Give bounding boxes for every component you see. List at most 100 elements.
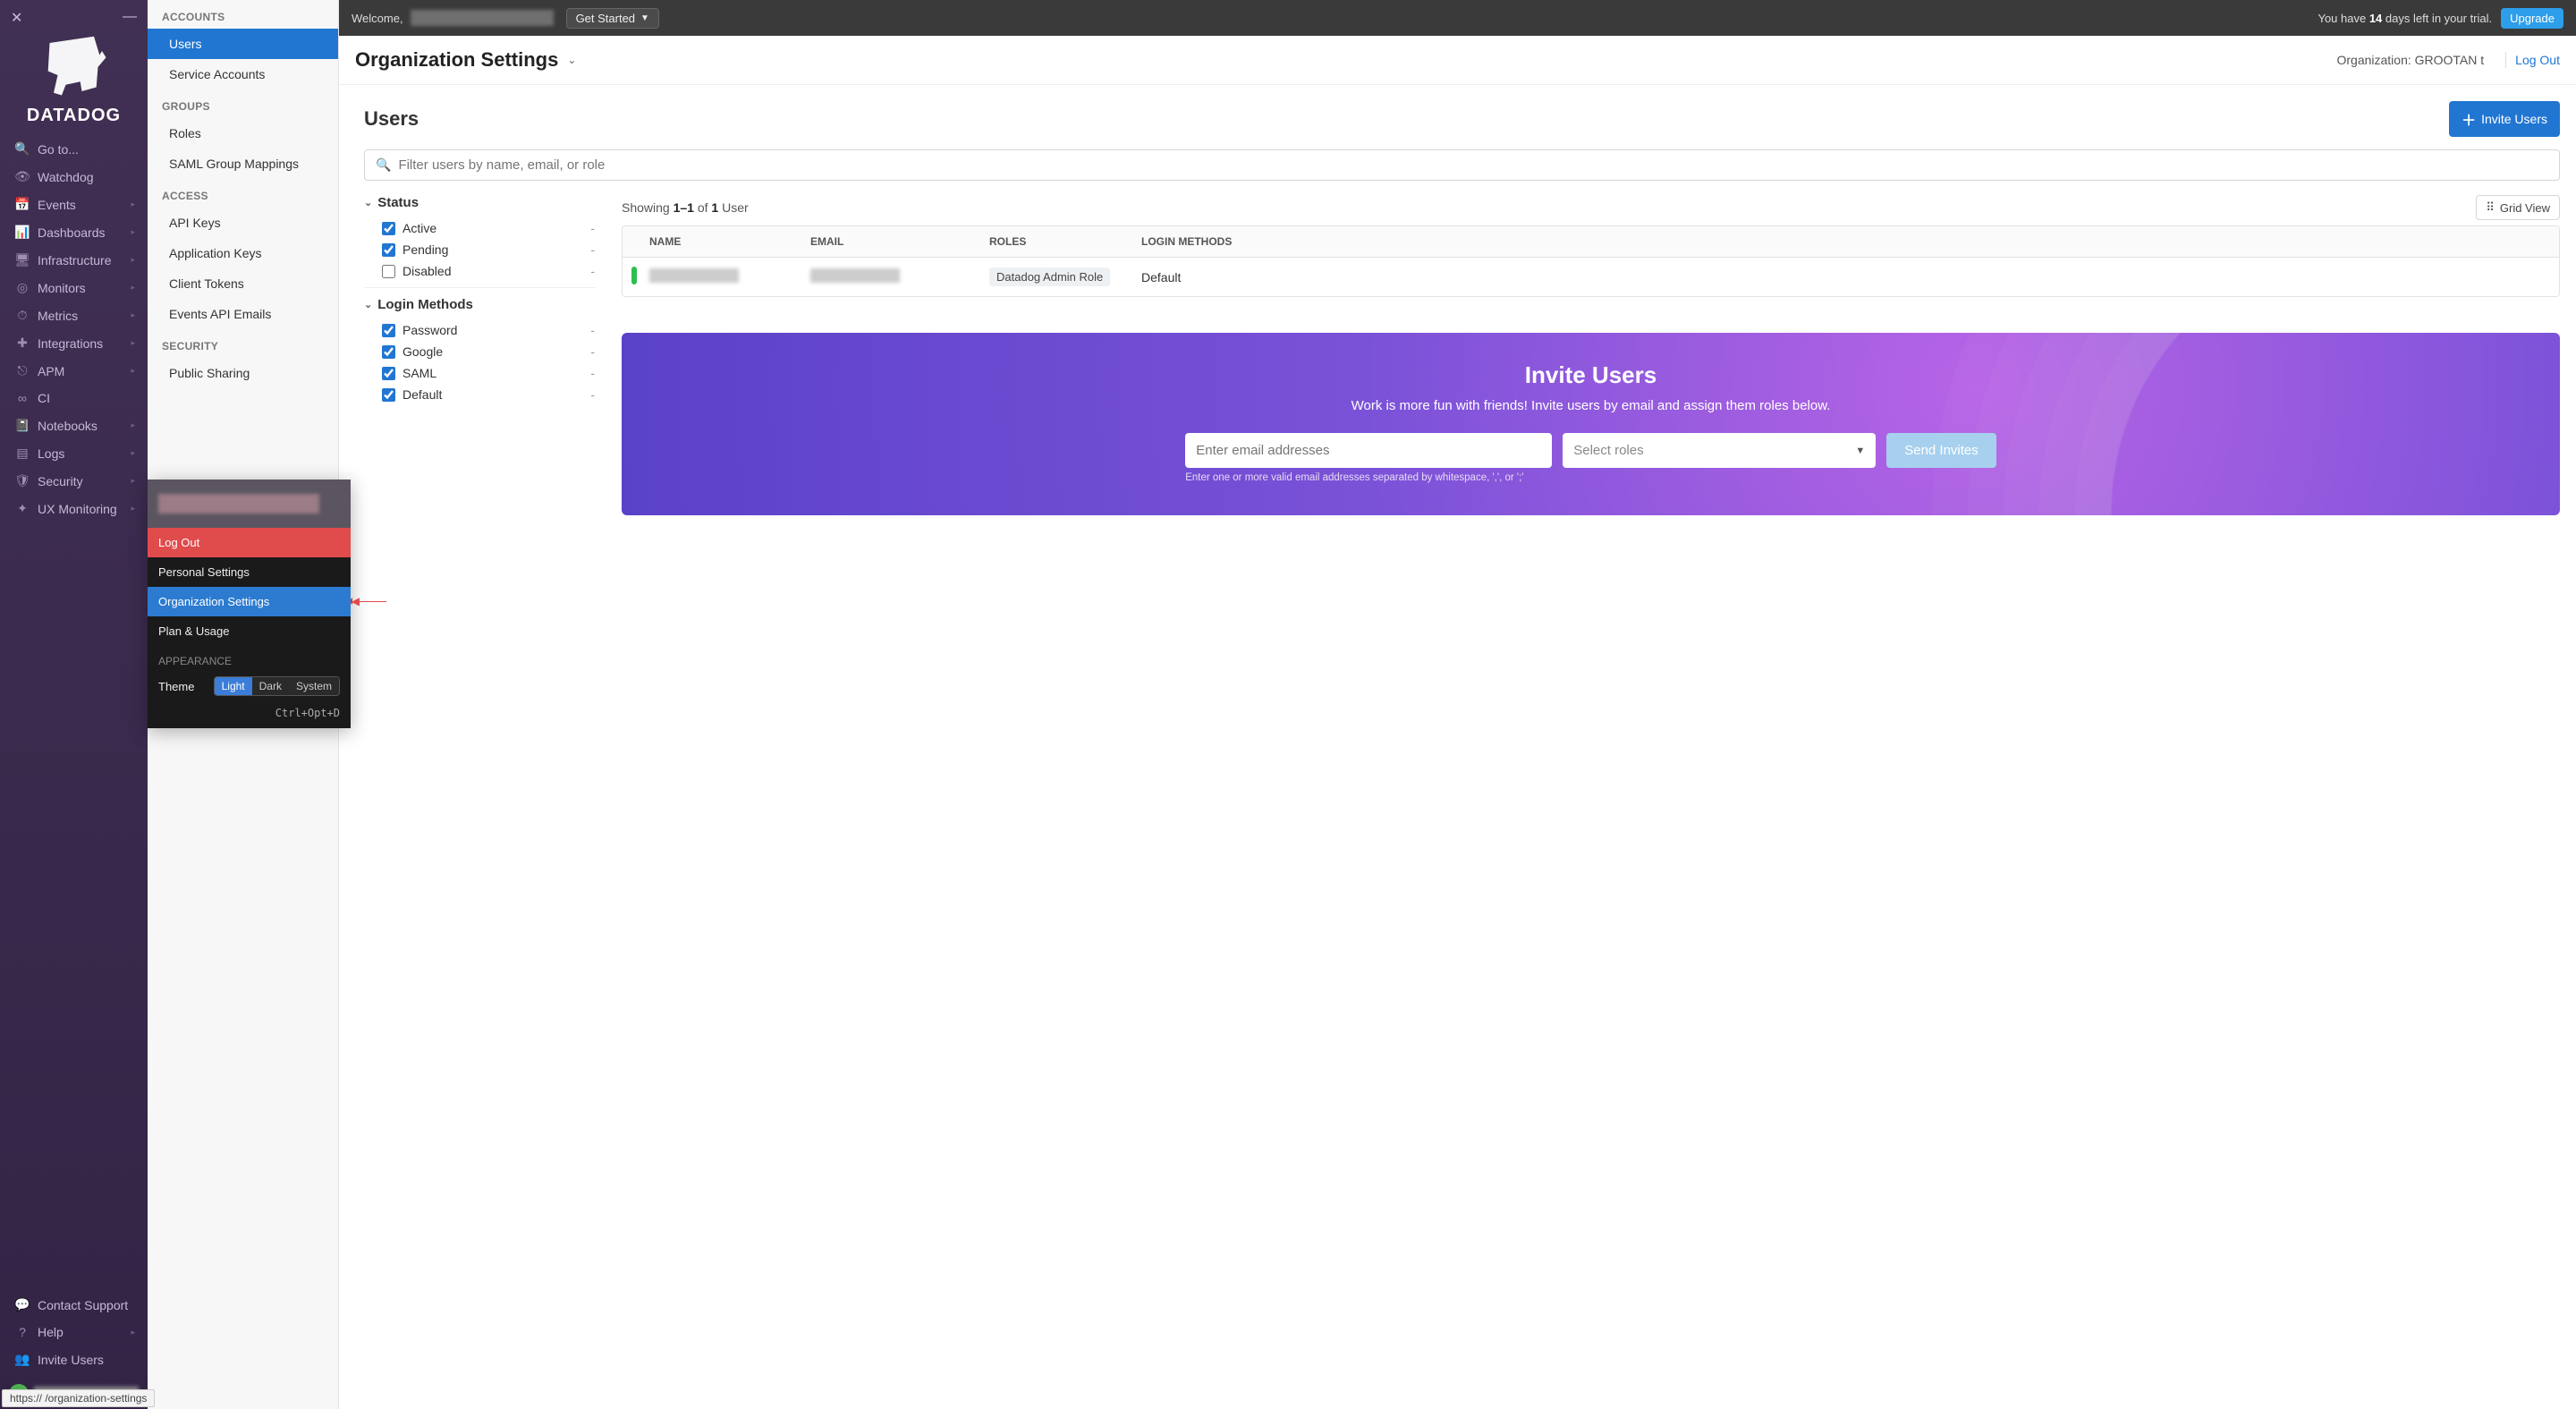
filter-login-google[interactable]: Google- — [364, 341, 595, 362]
sub-item-saml-group-mappings[interactable]: SAML Group Mappings — [148, 149, 338, 179]
filter-count: - — [590, 366, 595, 380]
theme-dark[interactable]: Dark — [252, 677, 289, 695]
caret-right-icon: ▸ — [131, 255, 135, 265]
sub-item-roles[interactable]: Roles — [148, 118, 338, 149]
filter-status-toggle[interactable]: ⌄ Status — [364, 195, 595, 210]
nav-label: Notebooks — [38, 419, 131, 433]
caret-right-icon: ▸ — [131, 476, 135, 486]
col-login[interactable]: LOGIN METHODS — [1131, 226, 2559, 257]
filter-login-password[interactable]: Password- — [364, 319, 595, 341]
checkbox[interactable] — [382, 388, 395, 402]
filter-login-saml[interactable]: SAML- — [364, 362, 595, 384]
filter-label: Disabled — [402, 264, 590, 278]
filter-status-disabled[interactable]: Disabled- — [364, 260, 595, 282]
chevron-down-icon[interactable]: ⌄ — [567, 54, 576, 66]
send-invites-button[interactable]: Send Invites — [1886, 433, 1996, 468]
checkbox[interactable] — [382, 324, 395, 337]
theme-label: Theme — [158, 680, 194, 693]
nav-label: Contact Support — [38, 1298, 135, 1312]
table-row[interactable]: Datadog Admin Role Default — [623, 258, 2559, 296]
nav-item-ux-monitoring[interactable]: ✦UX Monitoring▸ — [0, 495, 148, 522]
caret-right-icon: ▸ — [131, 420, 135, 430]
theme-toggle[interactable]: Light Dark System — [214, 676, 340, 696]
nav-item-integrations[interactable]: ✚Integrations▸ — [0, 329, 148, 357]
checkbox[interactable] — [382, 345, 395, 359]
nav-item-metrics[interactable]: ⏱Metrics▸ — [0, 301, 148, 329]
caret-right-icon: ▸ — [131, 448, 135, 458]
nav-label: Infrastructure — [38, 253, 131, 267]
sub-item-api-keys[interactable]: API Keys — [148, 208, 338, 238]
caret-right-icon: ▸ — [131, 366, 135, 376]
nav-icon: ∞ — [13, 391, 32, 405]
get-started-button[interactable]: Get Started ▼ — [566, 8, 659, 29]
sub-item-public-sharing[interactable]: Public Sharing — [148, 358, 338, 388]
appearance-label: APPEARANCE — [148, 646, 351, 671]
upgrade-button[interactable]: Upgrade — [2501, 8, 2563, 29]
menu-personal-settings[interactable]: Personal Settings — [148, 557, 351, 587]
nav-label: Dashboards — [38, 225, 131, 240]
nav-label: Monitors — [38, 281, 131, 295]
col-name[interactable]: NAME — [639, 226, 800, 257]
filter-status-pending[interactable]: Pending- — [364, 239, 595, 260]
nav-item-apm[interactable]: ⎋APM▸ — [0, 357, 148, 385]
nav-item-help[interactable]: ?Help▸ — [0, 1319, 148, 1345]
nav-item-monitors[interactable]: ◎Monitors▸ — [0, 274, 148, 301]
nav-item-infrastructure[interactable]: 🖥Infrastructure▸ — [0, 246, 148, 274]
minimize-icon[interactable]: — — [123, 9, 137, 27]
brand-logo[interactable]: DATADOG — [0, 27, 148, 132]
nav-icon: 👁 — [13, 169, 32, 184]
chevron-down-icon: ⌄ — [364, 197, 372, 208]
sub-item-events-api-emails[interactable]: Events API Emails — [148, 299, 338, 329]
menu-logout[interactable]: Log Out — [148, 528, 351, 557]
checkbox[interactable] — [382, 265, 395, 278]
nav-item-ci[interactable]: ∞CI — [0, 385, 148, 412]
sub-item-application-keys[interactable]: Application Keys — [148, 238, 338, 268]
checkbox[interactable] — [382, 222, 395, 235]
grid-view-button[interactable]: ⠿ Grid View — [2476, 195, 2560, 220]
sub-item-service-accounts[interactable]: Service Accounts — [148, 59, 338, 89]
filter-count: - — [590, 242, 595, 257]
caret-right-icon: ▸ — [131, 227, 135, 237]
logout-link[interactable]: Log Out — [2515, 53, 2560, 67]
trial-notice: You have 14 days left in your trial. — [2318, 12, 2492, 25]
invite-roles-select[interactable]: Select roles ▼ — [1563, 433, 1876, 468]
filter-label: Google — [402, 344, 590, 359]
nav-item-logs[interactable]: ▤Logs▸ — [0, 439, 148, 467]
invite-users-button[interactable]: ＋ Invite Users — [2449, 101, 2560, 137]
nav-item-contact-support[interactable]: 💬 Contact Support — [0, 1291, 148, 1319]
menu-organization-settings[interactable]: Organization Settings — [148, 587, 351, 616]
nav-item-security[interactable]: 🛡Security▸ — [0, 467, 148, 495]
sub-item-client-tokens[interactable]: Client Tokens — [148, 268, 338, 299]
checkbox[interactable] — [382, 367, 395, 380]
filter-count: - — [590, 344, 595, 359]
col-email[interactable]: EMAIL — [800, 226, 979, 257]
nav-item-invite-users[interactable]: 👥Invite Users — [0, 1345, 148, 1373]
sub-item-users[interactable]: Users — [148, 29, 338, 59]
nav-item-go-to-[interactable]: 🔍Go to... — [0, 135, 148, 163]
close-icon[interactable]: ✕ — [11, 9, 22, 27]
nav-item-watchdog[interactable]: 👁Watchdog — [0, 163, 148, 191]
col-roles[interactable]: ROLES — [979, 226, 1131, 257]
invite-panel-title: Invite Users — [657, 361, 2524, 389]
divider — [2505, 52, 2506, 68]
invite-email-input[interactable] — [1185, 433, 1552, 468]
filter-login-toggle[interactable]: ⌄ Login Methods — [364, 297, 595, 312]
browser-url-preview: https:// /organization-settings — [2, 1389, 155, 1407]
filter-status-active[interactable]: Active- — [364, 217, 595, 239]
nav-item-dashboards[interactable]: 📊Dashboards▸ — [0, 218, 148, 246]
nav-icon: ▤ — [13, 446, 32, 461]
checkbox[interactable] — [382, 243, 395, 257]
search-bar[interactable]: 🔍 — [364, 149, 2560, 181]
menu-plan-usage[interactable]: Plan & Usage — [148, 616, 351, 646]
theme-system[interactable]: System — [289, 677, 339, 695]
nav-icon: ? — [13, 1325, 32, 1339]
nav-icon: 🛡 — [13, 473, 32, 488]
filter-login-default[interactable]: Default- — [364, 384, 595, 405]
search-input[interactable] — [398, 157, 2548, 173]
theme-light[interactable]: Light — [215, 677, 252, 695]
nav-item-events[interactable]: 📅Events▸ — [0, 191, 148, 218]
nav-item-notebooks[interactable]: 📓Notebooks▸ — [0, 412, 148, 439]
status-indicator — [631, 267, 637, 284]
nav-icon: 💬 — [13, 1297, 32, 1312]
page-header: Organization Settings ⌄ Organization: GR… — [339, 36, 2576, 85]
